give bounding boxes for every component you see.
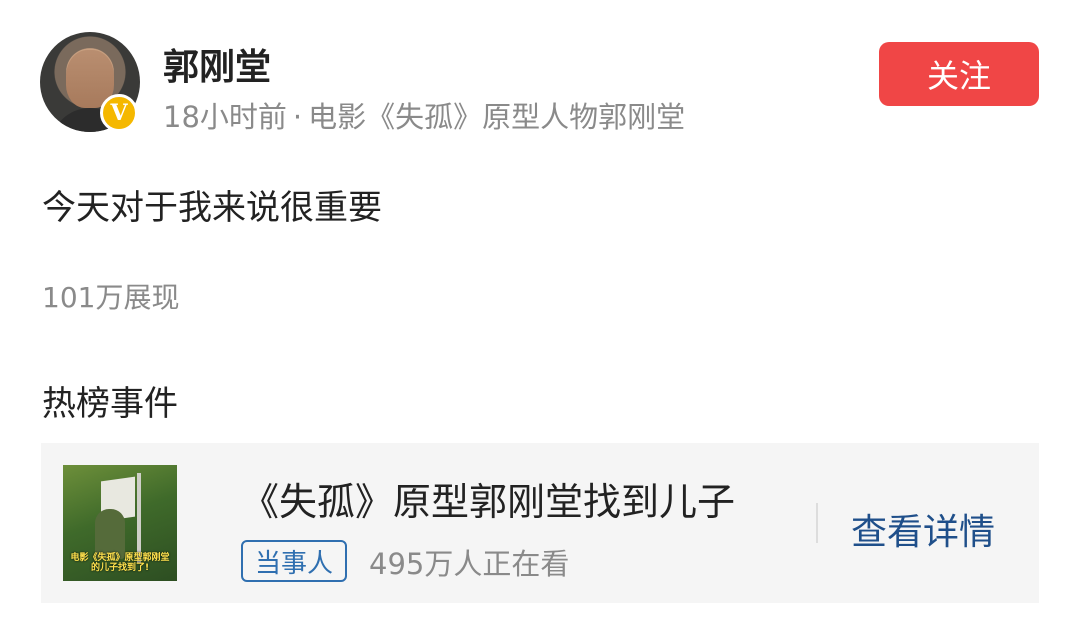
hot-event-title[interactable]: 《失孤》原型郭刚堂找到儿子 bbox=[241, 471, 735, 526]
thumbnail-pole bbox=[137, 473, 141, 563]
verified-badge-icon: V bbox=[100, 94, 138, 132]
author-name[interactable]: 郭刚堂 bbox=[163, 38, 271, 90]
watching-count: 495万人正在看 bbox=[369, 547, 570, 581]
post-time: 18小时前 bbox=[163, 100, 287, 134]
follow-button[interactable]: 关注 bbox=[879, 42, 1039, 106]
hot-event-card[interactable]: 电影《失孤》原型郭刚堂的儿子找到了! 《失孤》原型郭刚堂找到儿子 当事人 495… bbox=[41, 443, 1039, 603]
thumbnail-person bbox=[95, 509, 125, 559]
role-tag-badge: 当事人 bbox=[241, 540, 348, 582]
hot-events-title: 热榜事件 bbox=[42, 384, 178, 424]
meta-separator: · bbox=[292, 100, 303, 134]
thumbnail-caption: 电影《失孤》原型郭刚堂的儿子找到了! bbox=[70, 553, 170, 573]
post-text: 今天对于我来说很重要 bbox=[42, 188, 382, 228]
view-details-link[interactable]: 查看详情 bbox=[851, 503, 995, 555]
view-count: 101万展现 bbox=[42, 281, 180, 314]
author-description: 电影《失孤》原型人物郭刚堂 bbox=[308, 100, 686, 134]
hot-event-thumbnail: 电影《失孤》原型郭刚堂的儿子找到了! bbox=[63, 465, 177, 581]
post-page: V 郭刚堂 18小时前 · 电影《失孤》原型人物郭刚堂 关注 今天对于我来说很重要 … bbox=[0, 0, 1080, 640]
post-meta: 18小时前 · 电影《失孤》原型人物郭刚堂 bbox=[163, 94, 685, 136]
card-divider bbox=[816, 503, 818, 543]
